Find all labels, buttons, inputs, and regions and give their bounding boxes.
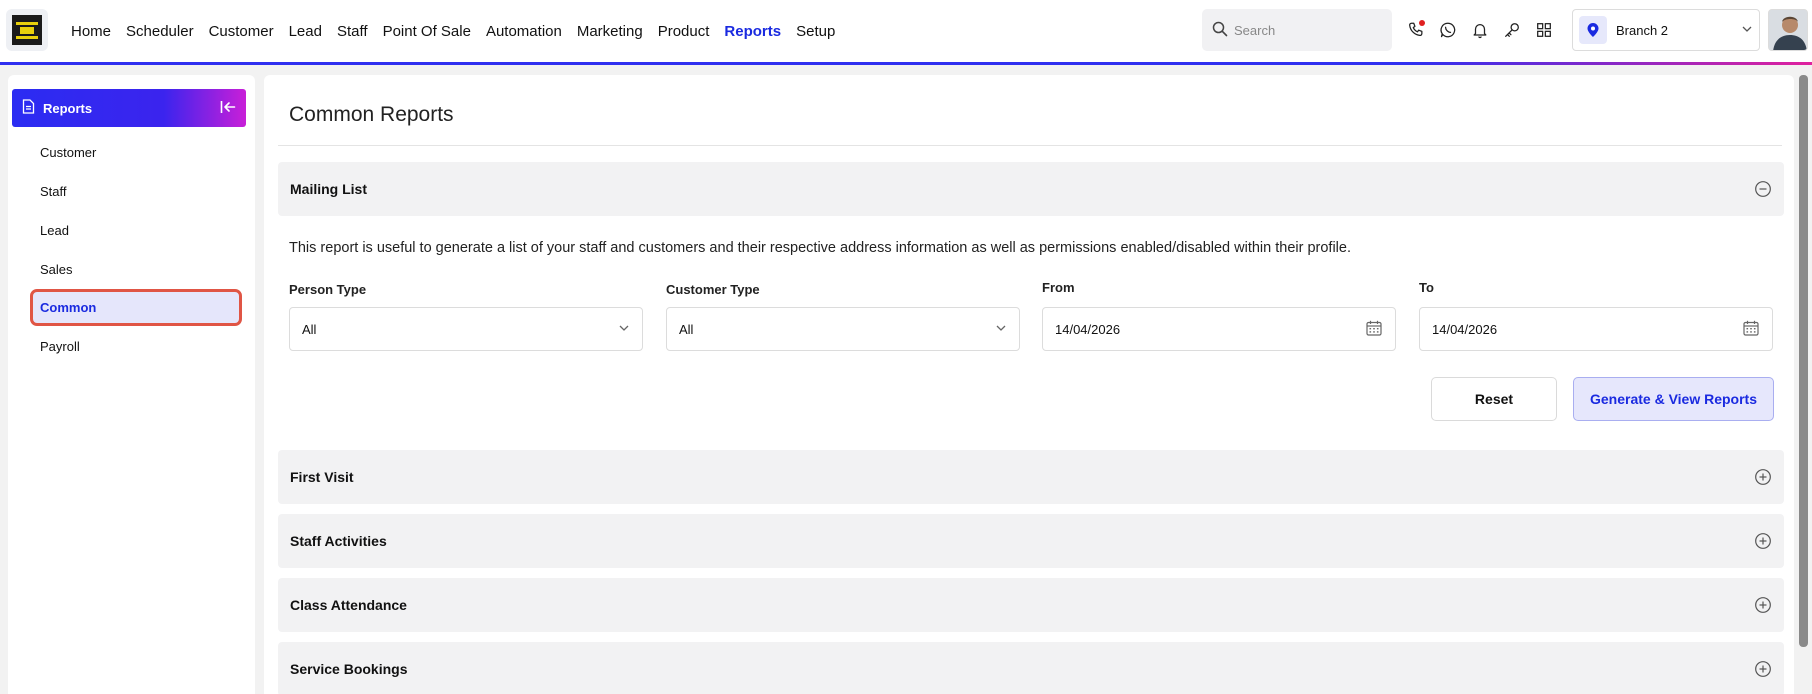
chevron-down-icon xyxy=(995,322,1007,337)
main-content: Common Reports Mailing List This report … xyxy=(264,75,1794,694)
report-description: This report is useful to generate a list… xyxy=(289,240,1351,256)
title-divider xyxy=(278,145,1782,146)
sidebar-item-staff[interactable]: Staff xyxy=(30,173,242,210)
expand-plus-icon[interactable] xyxy=(1754,532,1772,550)
generate-view-reports-button[interactable]: Generate & View Reports xyxy=(1573,377,1774,421)
user-avatar[interactable] xyxy=(1768,9,1808,51)
accordion-title: Class Attendance xyxy=(290,597,407,613)
to-label: To xyxy=(1419,280,1434,295)
from-date-value: 14/04/2026 xyxy=(1055,321,1121,337)
report-document-icon xyxy=(22,99,35,117)
collapse-minus-icon[interactable] xyxy=(1754,180,1772,198)
sidebar-title: Reports xyxy=(43,100,93,116)
sidebar-item-payroll[interactable]: Payroll xyxy=(30,328,242,365)
branch-selector[interactable]: Branch 2 xyxy=(1572,9,1760,51)
search-input[interactable] xyxy=(1234,22,1384,38)
apps-grid-icon[interactable] xyxy=(1534,18,1554,42)
nav-item-reports[interactable]: Reports xyxy=(724,23,781,40)
accordion-service-bookings[interactable]: Service Bookings xyxy=(278,642,1784,694)
sidebar-item-sales[interactable]: Sales xyxy=(30,251,242,288)
customer-type-label: Customer Type xyxy=(666,282,760,297)
key-icon[interactable] xyxy=(1502,18,1522,42)
top-navigation-bar: Home Scheduler Customer Lead Staff Point… xyxy=(0,0,1812,62)
to-date-field[interactable]: 14/04/2026 xyxy=(1419,307,1773,351)
expand-plus-icon[interactable] xyxy=(1754,468,1772,486)
nav-item-automation[interactable]: Automation xyxy=(486,23,562,40)
collapse-sidebar-icon[interactable] xyxy=(220,100,236,117)
nav-item-staff[interactable]: Staff xyxy=(337,23,368,40)
phone-icon[interactable] xyxy=(1406,18,1426,42)
nav-item-setup[interactable]: Setup xyxy=(796,23,835,40)
to-date-value: 14/04/2026 xyxy=(1432,321,1498,337)
top-accent-line xyxy=(0,62,1812,65)
person-type-label: Person Type xyxy=(289,282,367,297)
search-icon xyxy=(1212,21,1228,40)
branch-label: Branch 2 xyxy=(1616,22,1669,38)
expand-plus-icon[interactable] xyxy=(1754,660,1772,678)
accordion-first-visit[interactable]: First Visit xyxy=(278,450,1784,504)
nav-item-customer[interactable]: Customer xyxy=(209,23,274,40)
accordion-class-attendance[interactable]: Class Attendance xyxy=(278,578,1784,632)
reports-sidebar: Reports Customer Staff Lead Sales Common… xyxy=(8,75,255,694)
calendar-icon[interactable] xyxy=(1742,319,1760,340)
location-pin-icon xyxy=(1579,16,1607,44)
accordion-title: Mailing List xyxy=(290,181,367,197)
customer-type-value: All xyxy=(679,321,694,337)
person-type-value: All xyxy=(302,321,317,337)
page-title: Common Reports xyxy=(289,103,454,126)
accordion-title: Service Bookings xyxy=(290,661,408,677)
accordion-title: Staff Activities xyxy=(290,533,387,549)
from-label: From xyxy=(1042,280,1075,295)
whatsapp-icon[interactable] xyxy=(1438,18,1458,42)
customer-type-select[interactable]: All xyxy=(666,307,1020,351)
sidebar-header: Reports xyxy=(12,89,246,127)
nav-item-point-of-sale[interactable]: Point Of Sale xyxy=(383,23,471,40)
sidebar-item-lead[interactable]: Lead xyxy=(30,212,242,249)
main-nav: Home Scheduler Customer Lead Staff Point… xyxy=(71,0,835,62)
sidebar-item-customer[interactable]: Customer xyxy=(30,134,242,171)
from-date-field[interactable]: 14/04/2026 xyxy=(1042,307,1396,351)
calendar-icon[interactable] xyxy=(1365,319,1383,340)
chevron-down-icon xyxy=(1741,22,1753,38)
expand-plus-icon[interactable] xyxy=(1754,596,1772,614)
nav-item-scheduler[interactable]: Scheduler xyxy=(126,23,194,40)
logo-mark xyxy=(12,15,42,45)
nav-item-home[interactable]: Home xyxy=(71,23,111,40)
sidebar-item-common[interactable]: Common xyxy=(30,289,242,326)
page-scrollbar[interactable] xyxy=(1799,75,1808,647)
chevron-down-icon xyxy=(618,322,630,337)
accordion-staff-activities[interactable]: Staff Activities xyxy=(278,514,1784,568)
top-icon-group xyxy=(1406,18,1554,42)
phone-notification-dot xyxy=(1419,20,1425,26)
bell-icon[interactable] xyxy=(1470,18,1490,42)
nav-item-lead[interactable]: Lead xyxy=(289,23,322,40)
accordion-mailing-list[interactable]: Mailing List xyxy=(278,162,1784,216)
person-type-select[interactable]: All xyxy=(289,307,643,351)
accordion-title: First Visit xyxy=(290,469,354,485)
nav-item-product[interactable]: Product xyxy=(658,23,710,40)
reset-button[interactable]: Reset xyxy=(1431,377,1557,421)
app-logo[interactable] xyxy=(6,9,48,51)
nav-item-marketing[interactable]: Marketing xyxy=(577,23,643,40)
search-box[interactable] xyxy=(1202,9,1392,51)
